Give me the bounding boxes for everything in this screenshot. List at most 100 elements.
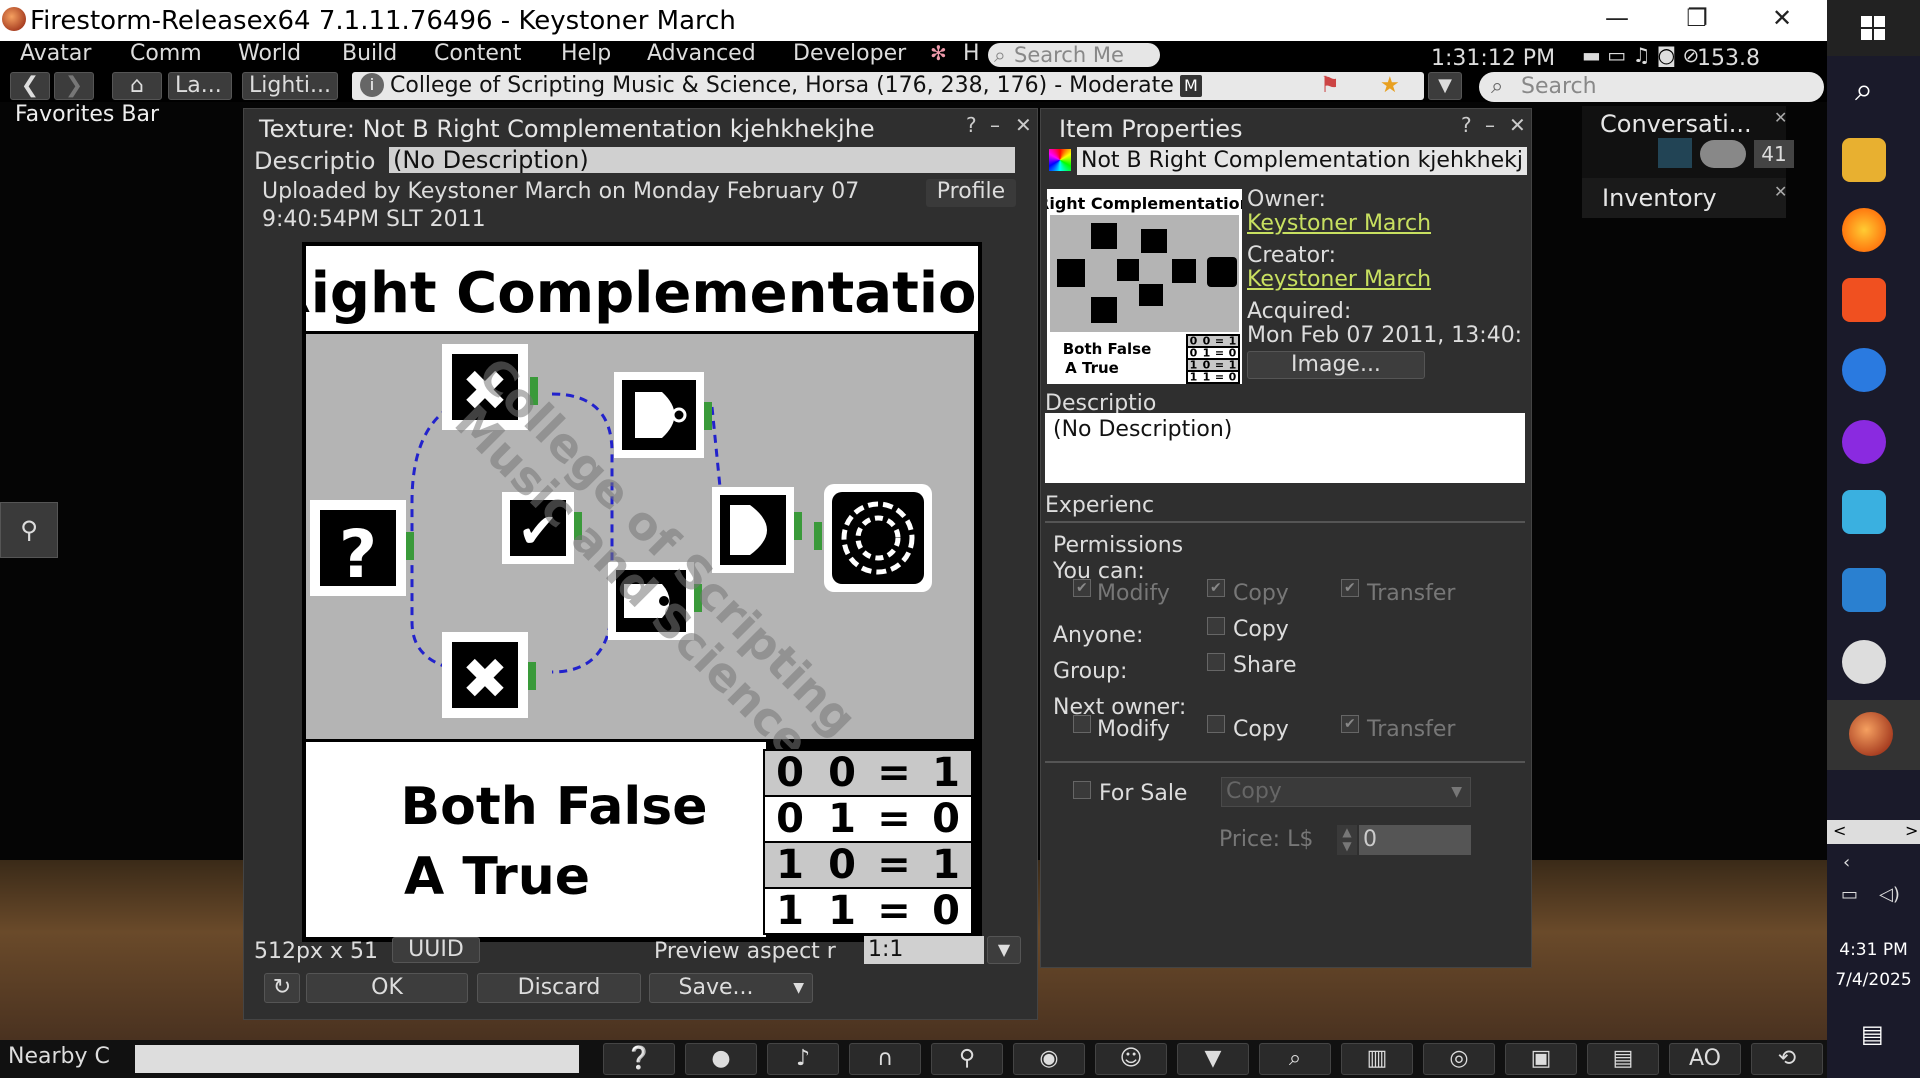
chevron-right-icon[interactable]: > bbox=[1905, 821, 1918, 840]
profile-button[interactable]: Profile bbox=[926, 179, 1016, 207]
file-explorer-icon[interactable] bbox=[1842, 138, 1886, 182]
location-dropdown-icon[interactable]: ▼ bbox=[1428, 72, 1462, 100]
appearance-icon[interactable]: ▼ bbox=[1177, 1043, 1249, 1075]
firefox-icon[interactable] bbox=[1842, 208, 1886, 252]
landmark-button[interactable]: La... bbox=[168, 72, 232, 100]
search-menu-input[interactable]: ⌕ Search Me bbox=[988, 43, 1160, 67]
close-floater-icon[interactable]: ✕ bbox=[1509, 113, 1526, 137]
menu-comm[interactable]: Comm bbox=[130, 41, 202, 66]
location-pin-icon[interactable]: ⚲ bbox=[0, 502, 58, 558]
next-modify-checkbox[interactable] bbox=[1073, 715, 1091, 733]
tray-expand-icon[interactable]: ‹ bbox=[1843, 852, 1850, 873]
volume-icon[interactable]: ◁) bbox=[1879, 884, 1900, 905]
vscode-icon[interactable] bbox=[1842, 568, 1886, 612]
close-icon[interactable]: ✕ bbox=[1774, 182, 1787, 201]
brave-icon[interactable] bbox=[1842, 278, 1886, 322]
status-icons[interactable]: ▬ ▭ ♫ ◙ ⊘ bbox=[1582, 43, 1699, 67]
home-button[interactable]: ⌂ bbox=[112, 72, 162, 100]
nearby-chat-label[interactable]: Nearby C bbox=[8, 1044, 110, 1069]
search-icon[interactable]: ⌕ bbox=[1855, 70, 1873, 109]
preview-aspect-combo[interactable]: 1:1 bbox=[864, 936, 984, 964]
tray-time[interactable]: 4:31 PM bbox=[1827, 940, 1920, 960]
minimize-floater-icon[interactable]: – bbox=[1485, 113, 1495, 137]
lighting-button[interactable]: Lighti... bbox=[242, 72, 338, 100]
menu-developer[interactable]: Developer bbox=[793, 41, 906, 66]
anyone-copy-checkbox[interactable] bbox=[1207, 617, 1225, 635]
tray-scroll[interactable]: < > bbox=[1827, 820, 1920, 844]
minimize-icon[interactable]: — bbox=[1597, 4, 1637, 32]
back-button[interactable]: ❮ bbox=[10, 72, 50, 100]
search-icon[interactable]: ⌕ bbox=[1259, 1043, 1331, 1075]
next-copy-checkbox[interactable] bbox=[1207, 715, 1225, 733]
windsurf-icon[interactable] bbox=[1842, 490, 1886, 534]
chevron-down-icon[interactable]: ▼ bbox=[987, 936, 1021, 964]
conversations-title[interactable]: Conversati... bbox=[1600, 110, 1752, 138]
item-description-field[interactable]: (No Description) bbox=[1045, 413, 1525, 483]
move-icon[interactable]: ⟲ bbox=[1751, 1043, 1823, 1075]
menu-advanced[interactable]: Advanced bbox=[647, 41, 756, 66]
menu-avatar[interactable]: Avatar bbox=[20, 41, 91, 66]
app-icon[interactable] bbox=[1842, 640, 1886, 684]
image-button[interactable]: Image... bbox=[1247, 351, 1425, 379]
menu-help[interactable]: Help bbox=[561, 41, 611, 66]
network-icon[interactable]: ▭ bbox=[1841, 884, 1858, 905]
item-name-field[interactable]: Not B Right Complementation kjehkhekj bbox=[1077, 147, 1527, 175]
forward-button[interactable]: ❯ bbox=[54, 72, 94, 100]
uuid-button[interactable]: UUID bbox=[392, 937, 480, 963]
ok-button[interactable]: OK bbox=[306, 973, 468, 1003]
view-icon[interactable]: ◉ bbox=[1013, 1043, 1085, 1075]
owner-link[interactable]: Keystoner March bbox=[1247, 211, 1431, 236]
chevron-left-icon[interactable]: < bbox=[1833, 821, 1846, 840]
group-share-checkbox[interactable] bbox=[1207, 653, 1225, 671]
headphones-icon[interactable]: ∩ bbox=[849, 1043, 921, 1075]
voice-icon[interactable]: ♪ bbox=[767, 1043, 839, 1075]
search-input[interactable]: ⌕ Search bbox=[1479, 72, 1824, 102]
bug-icon[interactable]: ✻ bbox=[930, 41, 947, 65]
creator-link[interactable]: Keystoner March bbox=[1247, 267, 1431, 292]
walk-icon[interactable]: ⚲ bbox=[931, 1043, 1003, 1075]
chat-icon[interactable]: ● bbox=[685, 1043, 757, 1075]
close-icon[interactable]: ✕ bbox=[1762, 4, 1802, 32]
snapshot-icon[interactable]: ▣ bbox=[1505, 1043, 1577, 1075]
info-icon[interactable]: i bbox=[360, 73, 384, 97]
thunderbird-icon[interactable] bbox=[1842, 348, 1886, 392]
discard-button[interactable]: Discard bbox=[477, 973, 641, 1003]
you-transfer-checkbox[interactable] bbox=[1341, 579, 1359, 597]
next-transfer-checkbox[interactable] bbox=[1341, 715, 1359, 733]
inventory-title[interactable]: Inventory bbox=[1602, 184, 1717, 212]
refresh-icon[interactable]: ↻ bbox=[264, 973, 300, 1003]
help-icon[interactable]: ? bbox=[1461, 113, 1472, 137]
inventory-icon[interactable]: ▤ bbox=[1587, 1043, 1659, 1075]
windows-start-icon[interactable] bbox=[1827, 0, 1920, 56]
parcel-icon[interactable]: ⚑ bbox=[1320, 72, 1340, 100]
menu-content[interactable]: Content bbox=[434, 41, 522, 66]
people-icon[interactable]: ❔ bbox=[603, 1043, 675, 1075]
tor-icon[interactable] bbox=[1842, 420, 1886, 464]
menu-world[interactable]: World bbox=[238, 41, 301, 66]
group-icon[interactable]: ☺ bbox=[1095, 1043, 1167, 1075]
avatar-icon[interactable] bbox=[1658, 138, 1692, 168]
you-modify-checkbox[interactable] bbox=[1073, 579, 1091, 597]
location-field[interactable]: i College of Scripting Music & Science, … bbox=[352, 72, 1424, 100]
for-sale-checkbox[interactable] bbox=[1073, 781, 1091, 799]
linden-balance[interactable]: 153.8 bbox=[1697, 46, 1760, 71]
help-icon[interactable]: ? bbox=[966, 113, 977, 137]
chat-input[interactable] bbox=[135, 1045, 579, 1073]
favorite-star-icon[interactable]: ★ bbox=[1380, 72, 1400, 100]
ao-button[interactable]: AO bbox=[1669, 1043, 1741, 1075]
close-floater-icon[interactable]: ✕ bbox=[1015, 113, 1032, 137]
close-icon[interactable]: ✕ bbox=[1774, 108, 1787, 127]
restore-icon[interactable]: ❐ bbox=[1677, 4, 1717, 32]
chat-bubble-icon[interactable] bbox=[1700, 140, 1746, 168]
menu-build[interactable]: Build bbox=[342, 41, 397, 66]
notification-icon[interactable]: ▤ bbox=[1861, 1020, 1884, 1048]
firestorm-taskbar-item[interactable] bbox=[1827, 700, 1920, 770]
h-indicator[interactable]: H bbox=[963, 41, 980, 66]
description-field[interactable]: (No Description) bbox=[389, 147, 1015, 173]
minimize-floater-icon[interactable]: – bbox=[990, 113, 1000, 137]
save-button[interactable]: Save... ▼ bbox=[649, 973, 813, 1003]
tray-date[interactable]: 7/4/2025 bbox=[1827, 970, 1920, 990]
you-copy-checkbox[interactable] bbox=[1207, 579, 1225, 597]
radar-icon[interactable]: ◎ bbox=[1423, 1043, 1495, 1075]
map-icon[interactable]: ▥ bbox=[1341, 1043, 1413, 1075]
